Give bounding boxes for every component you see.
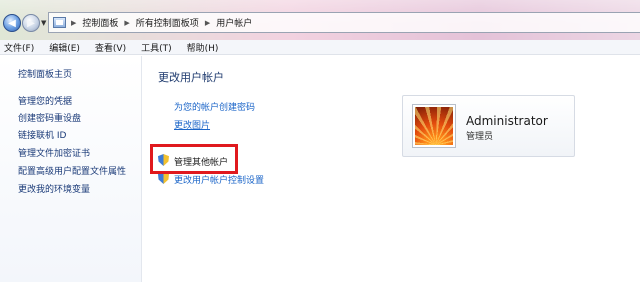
menu-bar: 文件(F) 编辑(E) 查看(V) 工具(T) 帮助(H) (0, 40, 640, 55)
change-uac-settings-link[interactable]: 更改用户帐户控制设置 (174, 173, 264, 186)
page-title: 更改用户帐户 (158, 71, 224, 84)
control-panel-home-link[interactable]: 控制面板主页 (18, 67, 72, 80)
menu-help[interactable]: 帮助(H) (187, 41, 219, 54)
account-card[interactable]: Administrator 管理员 (402, 95, 575, 157)
avatar[interactable] (413, 105, 455, 147)
forward-button[interactable]: ▶ (22, 14, 40, 32)
breadcrumb-user-accounts[interactable]: 用户帐户 (216, 16, 252, 29)
control-panel-icon (53, 17, 66, 28)
left-panel: 控制面板主页 管理您的凭据 创建密码重设盘 链接联机 ID 管理文件加密证书 配… (0, 56, 142, 282)
chevron-right-icon[interactable]: ▶ (71, 19, 76, 27)
arrow-right-icon: ▶ (27, 17, 35, 29)
breadcrumb-control-panel[interactable]: 控制面板 (82, 16, 118, 29)
advanced-profile-properties-link[interactable]: 配置高级用户配置文件属性 (18, 164, 126, 177)
menu-tools[interactable]: 工具(T) (141, 41, 172, 54)
account-name: Administrator (466, 114, 548, 128)
change-environment-variables-link[interactable]: 更改我的环境变量 (18, 182, 90, 195)
menu-edit[interactable]: 编辑(E) (49, 41, 80, 54)
link-online-id-link[interactable]: 链接联机 ID (18, 128, 66, 141)
chevron-right-icon[interactable]: ▶ (205, 19, 210, 27)
manage-encryption-certificates-link[interactable]: 管理文件加密证书 (18, 146, 90, 159)
highlight-box (150, 144, 238, 174)
address-bar[interactable]: ▶ 控制面板 ▶ 所有控制面板项 ▶ 用户帐户 (48, 12, 640, 33)
menu-file[interactable]: 文件(F) (4, 41, 34, 54)
back-button[interactable]: ◀ (3, 14, 21, 32)
create-password-link[interactable]: 为您的帐户创建密码 (174, 100, 255, 113)
title-bar: ◀ ▶ ▼ ▶ 控制面板 ▶ 所有控制面板项 ▶ 用户帐户 (0, 0, 640, 40)
account-role: 管理员 (466, 132, 494, 142)
manage-credentials-link[interactable]: 管理您的凭据 (18, 94, 72, 107)
create-password-reset-disk-link[interactable]: 创建密码重设盘 (18, 111, 81, 124)
breadcrumb-all-items[interactable]: 所有控制面板项 (136, 16, 199, 29)
menu-view[interactable]: 查看(V) (95, 41, 126, 54)
recent-pages-dropdown[interactable]: ▼ (41, 19, 46, 27)
change-picture-link[interactable]: 更改图片 (174, 118, 210, 131)
chevron-down-icon: ▼ (41, 19, 47, 27)
arrow-left-icon: ◀ (8, 17, 16, 29)
chevron-right-icon[interactable]: ▶ (124, 19, 129, 27)
